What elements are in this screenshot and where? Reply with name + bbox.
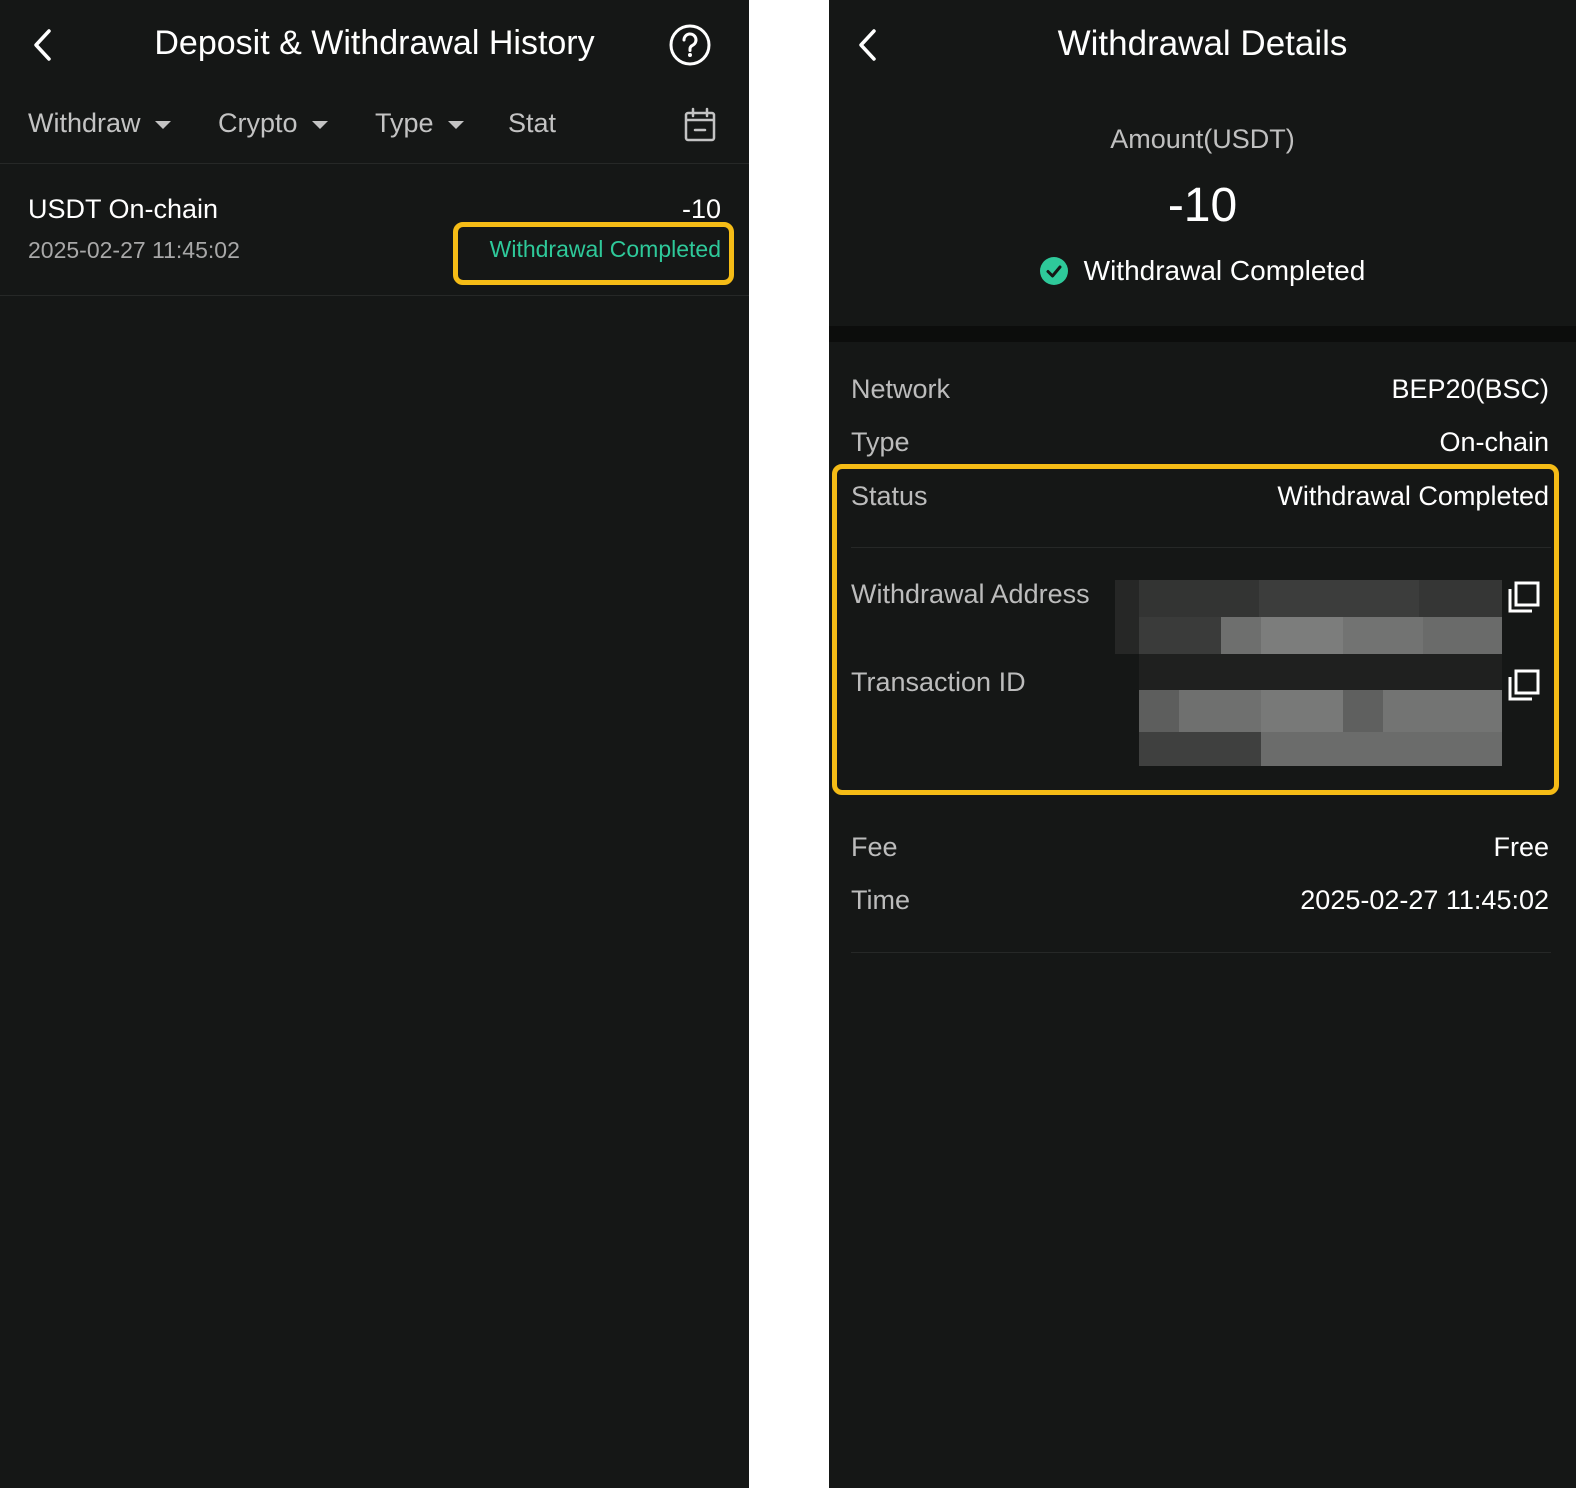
fee-label: Fee <box>851 832 898 862</box>
status-line: Withdrawal Completed <box>829 255 1576 287</box>
fee-value: Free <box>1493 832 1549 862</box>
record-amount: -10 <box>681 194 721 224</box>
filter-label: Type <box>375 108 434 138</box>
check-circle-icon <box>1039 257 1068 285</box>
record-time: 2025-02-27 11:45:02 <box>28 237 240 263</box>
page-title: Withdrawal Details <box>1057 24 1348 63</box>
calendar-icon[interactable] <box>684 107 716 143</box>
time-label: Time <box>851 885 910 915</box>
type-label: Type <box>851 427 910 457</box>
question-circle-icon[interactable] <box>668 23 712 67</box>
page-title: Deposit & Withdrawal History <box>154 24 595 62</box>
section-separator <box>829 326 1576 342</box>
divider <box>0 295 749 296</box>
filter-status-dropdown[interactable]: Stat <box>508 108 556 139</box>
time-value: 2025-02-27 11:45:02 <box>1300 885 1549 915</box>
status-highlight-box <box>453 222 734 285</box>
details-highlight-box <box>832 464 1559 795</box>
caret-down-icon <box>311 120 328 129</box>
network-value: BEP20(BSC) <box>1391 374 1549 404</box>
withdrawal-details-screen: Withdrawal Details Amount(USDT) -10 With… <box>829 0 1576 1488</box>
filter-label: Crypto <box>218 108 298 138</box>
caret-down-icon <box>447 120 464 129</box>
amount-value: -10 <box>1167 179 1238 232</box>
divider <box>851 952 1551 953</box>
caret-down-icon <box>154 120 171 129</box>
type-value: On-chain <box>1439 427 1549 457</box>
filter-type-dropdown[interactable]: Type <box>375 108 464 139</box>
status-text: Withdrawal Completed <box>1083 255 1366 286</box>
filter-label: Stat <box>508 108 556 138</box>
amount-label: Amount(USDT) <box>1110 124 1295 154</box>
network-label: Network <box>851 374 951 404</box>
filter-crypto-dropdown[interactable]: Crypto <box>218 108 328 139</box>
filter-withdraw-dropdown[interactable]: Withdraw <box>28 108 171 139</box>
record-title: USDT On-chain <box>28 194 219 224</box>
history-screen: Deposit & Withdrawal History Withdraw Cr… <box>0 0 749 1488</box>
filter-label: Withdraw <box>28 108 141 138</box>
